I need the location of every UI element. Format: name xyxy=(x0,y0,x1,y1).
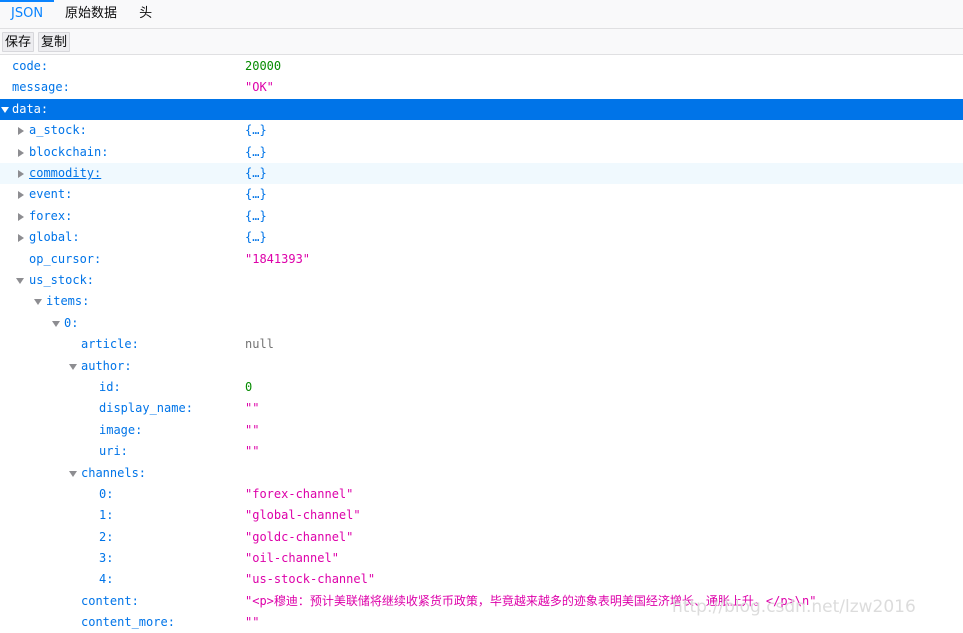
tree-key: 0: xyxy=(99,487,114,501)
tree-value: "goldc-channel" xyxy=(245,530,354,544)
tree-row-op-cursor[interactable]: op_cursor: "1841393" xyxy=(0,249,963,270)
tree-value: {…} xyxy=(245,166,267,180)
collapse-arrow-icon[interactable] xyxy=(15,120,25,141)
tree-key: us_stock: xyxy=(29,273,95,287)
tree-key: 3: xyxy=(99,551,114,565)
tree-row-content-more[interactable]: content_more: "" xyxy=(0,612,963,633)
expand-arrow-icon[interactable] xyxy=(68,463,78,484)
collapse-arrow-icon[interactable] xyxy=(15,163,25,184)
tree-row-forex[interactable]: forex: {…} xyxy=(0,206,963,227)
tree-value: "" xyxy=(245,401,260,415)
tree-key: author: xyxy=(81,359,132,373)
tab-headers[interactable]: 头 xyxy=(128,0,163,28)
tree-key: items: xyxy=(46,294,90,308)
tree-key: code: xyxy=(12,59,49,73)
tree-key: data: xyxy=(12,102,49,116)
tree-value: {…} xyxy=(245,123,267,137)
tree-row-global[interactable]: global: {…} xyxy=(0,227,963,248)
tree-key: article: xyxy=(81,337,139,351)
save-button[interactable]: 保存 xyxy=(2,31,35,52)
tree-row-display-name[interactable]: display_name: "" xyxy=(0,398,963,419)
collapse-arrow-icon[interactable] xyxy=(15,184,25,205)
tree-key: event: xyxy=(29,187,73,201)
tree-value: "" xyxy=(245,444,260,458)
tree-key: a_stock: xyxy=(29,123,87,137)
tree-key: image: xyxy=(99,423,143,437)
expand-arrow-icon[interactable] xyxy=(33,291,43,312)
tree-row-uri[interactable]: uri: "" xyxy=(0,441,963,462)
tree-row-content[interactable]: content: "<p>穆迪：预计美联储将继续收紧货币政策，毕竟越来越多的迹象… xyxy=(0,591,963,612)
tree-key: uri: xyxy=(99,444,128,458)
tree-row-commodity[interactable]: commodity: {…} xyxy=(0,163,963,184)
tree-value: "OK" xyxy=(245,80,274,94)
collapse-arrow-icon[interactable] xyxy=(15,227,25,248)
tree-row-article[interactable]: article: null xyxy=(0,334,963,355)
tree-key: display_name: xyxy=(99,401,193,415)
viewer-tab-bar: JSON 原始数据 头 xyxy=(0,0,963,29)
tree-value: "us-stock-channel" xyxy=(245,572,376,586)
tree-row-channel-1[interactable]: 1: "global-channel" xyxy=(0,505,963,526)
tree-row-channel-0[interactable]: 0: "forex-channel" xyxy=(0,484,963,505)
tree-row-items[interactable]: items: xyxy=(0,291,963,312)
tree-value: null xyxy=(245,337,274,351)
tree-row-item-0[interactable]: 0: xyxy=(0,313,963,334)
tree-row-us-stock[interactable]: us_stock: xyxy=(0,270,963,291)
tab-raw-data[interactable]: 原始数据 xyxy=(54,0,128,28)
tree-row-channels[interactable]: channels: xyxy=(0,463,963,484)
copy-button[interactable]: 复制 xyxy=(38,31,71,52)
collapse-arrow-icon[interactable] xyxy=(15,206,25,227)
tree-row-data[interactable]: data: xyxy=(0,99,963,120)
tree-value: "" xyxy=(245,423,260,437)
tree-row-channel-4[interactable]: 4: "us-stock-channel" xyxy=(0,569,963,590)
tree-key: 0: xyxy=(64,316,79,330)
tree-key: 4: xyxy=(99,572,114,586)
tree-key: content: xyxy=(81,594,139,608)
tree-value: "1841393" xyxy=(245,252,311,266)
tree-value: 0 xyxy=(245,380,253,394)
json-toolbar: 保存 复制 xyxy=(0,29,963,55)
tree-row-blockchain[interactable]: blockchain: {…} xyxy=(0,142,963,163)
tree-row-id[interactable]: id: 0 xyxy=(0,377,963,398)
tree-value: 20000 xyxy=(245,59,282,73)
tree-row-a-stock[interactable]: a_stock: {…} xyxy=(0,120,963,141)
expand-arrow-icon[interactable] xyxy=(51,313,61,334)
tree-value: "" xyxy=(245,615,260,629)
tab-json[interactable]: JSON xyxy=(0,0,55,28)
tree-value: "oil-channel" xyxy=(245,551,339,565)
collapse-arrow-icon[interactable] xyxy=(15,142,25,163)
tree-row-event[interactable]: event: {…} xyxy=(0,184,963,205)
tree-key: message: xyxy=(12,80,70,94)
tree-value: {…} xyxy=(245,187,267,201)
tree-key: global: xyxy=(29,230,80,244)
tree-value: {…} xyxy=(245,209,267,223)
tree-value: "forex-channel" xyxy=(245,487,354,501)
tree-key: channels: xyxy=(81,466,147,480)
tree-key: id: xyxy=(99,380,121,394)
tree-row-message[interactable]: message: "OK" xyxy=(0,77,963,98)
tree-row-image[interactable]: image: "" xyxy=(0,420,963,441)
tree-key: 1: xyxy=(99,508,114,522)
tree-row-channel-3[interactable]: 3: "oil-channel" xyxy=(0,548,963,569)
tree-value: {…} xyxy=(245,230,267,244)
tree-value: {…} xyxy=(245,145,267,159)
tree-key: forex: xyxy=(29,209,73,223)
tree-value: "<p>穆迪：预计美联储将继续收紧货币政策，毕竟越来越多的迹象表明美国经济增长、… xyxy=(245,594,817,608)
tree-row-author[interactable]: author: xyxy=(0,356,963,377)
expand-arrow-icon[interactable] xyxy=(68,356,78,377)
tree-key: 2: xyxy=(99,530,114,544)
tree-key: content_more: xyxy=(81,615,175,629)
expand-arrow-icon[interactable] xyxy=(0,99,10,120)
tree-key: commodity: xyxy=(29,166,102,180)
tree-row-channel-2[interactable]: 2: "goldc-channel" xyxy=(0,527,963,548)
tree-value: "global-channel" xyxy=(245,508,361,522)
expand-arrow-icon[interactable] xyxy=(15,270,25,291)
tree-key: blockchain: xyxy=(29,145,109,159)
tree-row-code[interactable]: code: 20000 xyxy=(0,56,963,77)
tree-key: op_cursor: xyxy=(29,252,102,266)
